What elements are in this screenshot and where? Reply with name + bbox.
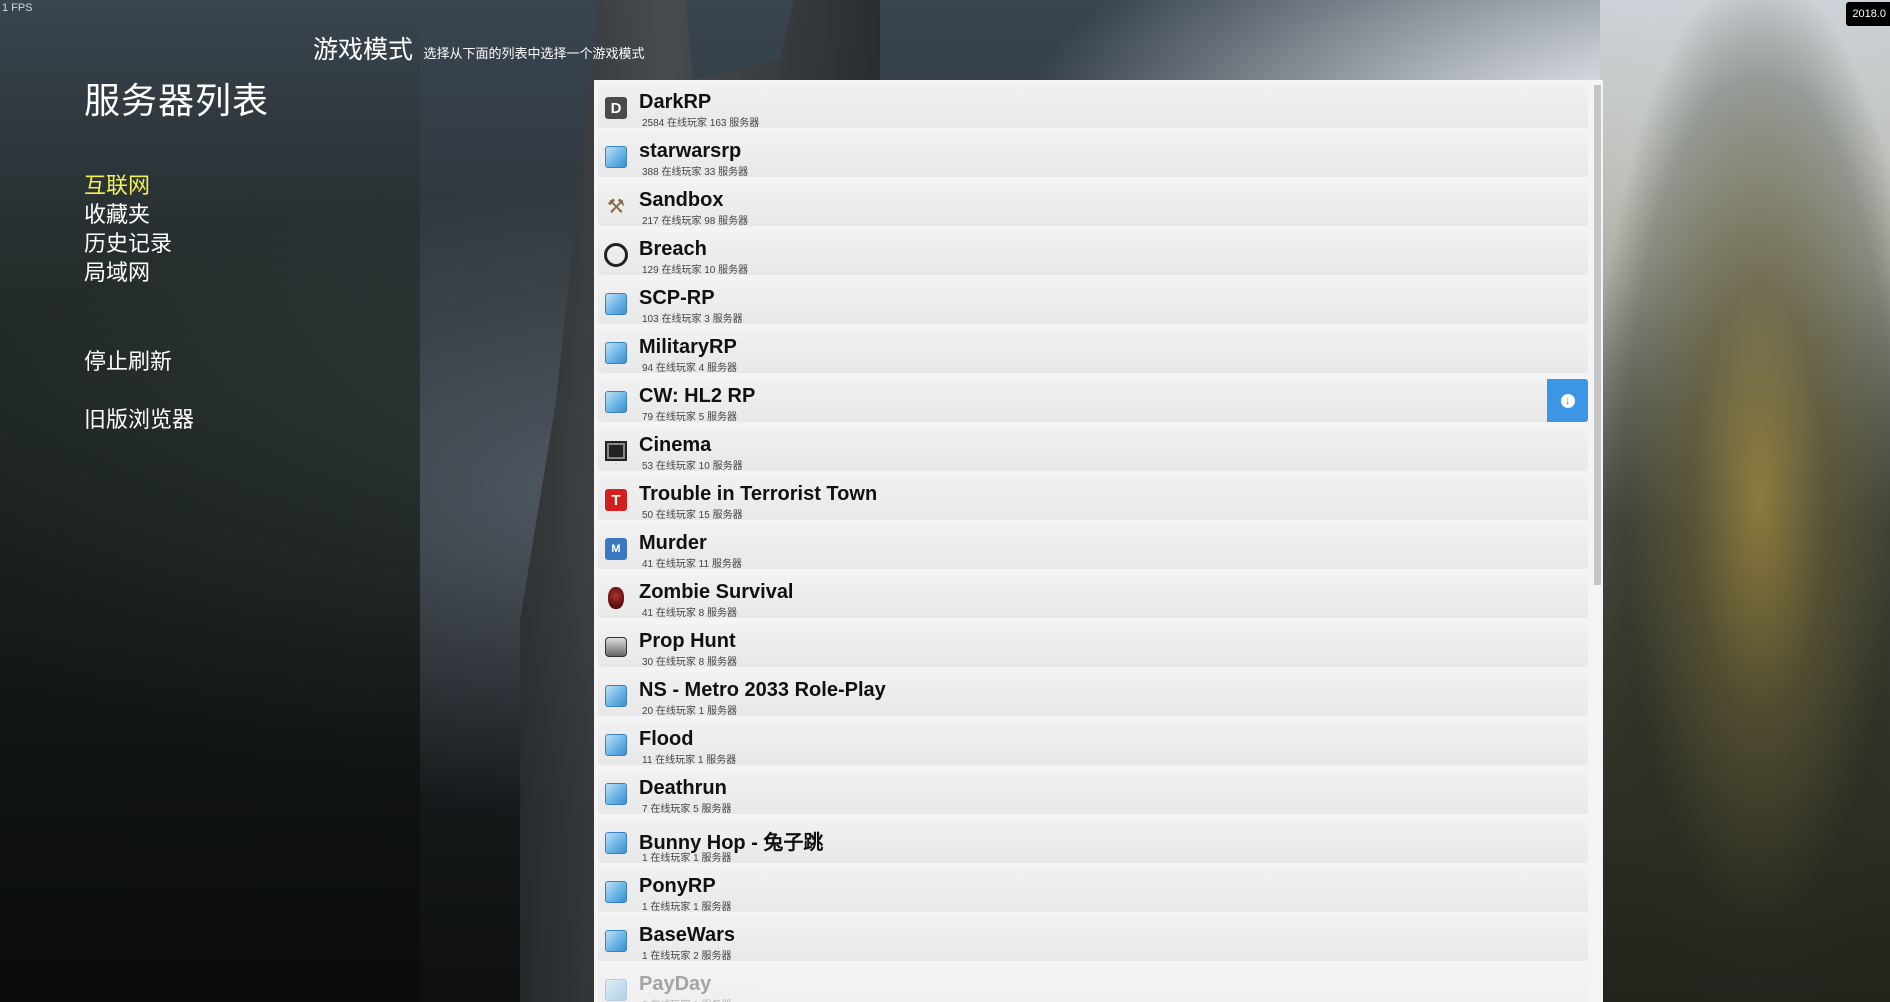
- gamemode-stats: 20 在线玩家 1 服务器: [642, 706, 738, 717]
- gamemode-row[interactable]: MilitaryRP 94 在线玩家 4 服务器: [598, 330, 1588, 374]
- film-icon: [604, 439, 628, 463]
- murder-icon: M: [604, 537, 628, 561]
- gamemode-row[interactable]: PayDay0 在线玩家 1 服务器: [598, 967, 1588, 1002]
- gamemode-name: Flood: [639, 728, 694, 750]
- cube-icon: [604, 880, 628, 904]
- gamemode-stats: 53 在线玩家 10 服务器: [642, 461, 743, 472]
- scrollbar[interactable]: [1594, 85, 1601, 997]
- cube-icon: [604, 341, 628, 365]
- cube-icon: [604, 733, 628, 757]
- gamemode-name: PonyRP: [639, 875, 716, 897]
- gamemode-header: 游戏模式 选择从下面的列表中选择一个游戏模式: [313, 30, 644, 66]
- gamemode-name: NS - Metro 2033 Role-Play: [639, 679, 886, 701]
- page-title: 服务器列表: [84, 81, 270, 122]
- gamemode-row[interactable]: Flood 11 在线玩家 1 服务器: [598, 722, 1588, 766]
- nav-history[interactable]: 历史记录: [84, 230, 172, 259]
- zombie-icon: [604, 586, 628, 610]
- gamemode-row[interactable]: Prop Hunt 30 在线玩家 8 服务器: [598, 624, 1588, 668]
- gamemode-name: Murder: [639, 532, 707, 554]
- gamemode-name: SCP-RP: [639, 287, 715, 309]
- gamemode-row[interactable]: starwarsrp 388 在线玩家 33 服务器: [598, 134, 1588, 178]
- nav-favorites[interactable]: 收藏夹: [84, 201, 172, 230]
- gamemode-list: D DarkRP 2584 在线玩家 163 服务器 starwarsrp 388 在线…: [598, 85, 1588, 1002]
- prop-icon: [604, 635, 628, 659]
- gamemode-stats: 79 在线玩家 5 服务器: [642, 412, 738, 423]
- gamemode-row[interactable]: Zombie Survival 41 在线玩家 8 服务器: [598, 575, 1588, 619]
- date-badge: 2018.0: [1846, 2, 1890, 26]
- scp-icon: [604, 243, 628, 267]
- legacy-browser-button[interactable]: 旧版浏览器: [84, 402, 194, 434]
- darkrp-icon: D: [604, 96, 628, 120]
- gamemode-row[interactable]: CW: HL2 RP 79 在线玩家 5 服务器 ↓: [598, 379, 1588, 423]
- gamemode-stats: 103 在线玩家 3 服务器: [642, 314, 743, 325]
- gamemode-row[interactable]: Cinema 53 在线玩家 10 服务器: [598, 428, 1588, 472]
- gamemode-stats: 2584 在线玩家 163 服务器: [642, 118, 760, 129]
- cube-icon: [604, 782, 628, 806]
- server-nav: 互联网 收藏夹 历史记录 局域网: [84, 172, 172, 288]
- gamemode-stats: 11 在线玩家 1 服务器: [642, 755, 737, 766]
- gamemode-name: Zombie Survival: [639, 581, 794, 603]
- download-icon: ↓: [1560, 393, 1575, 408]
- gamemode-row[interactable]: Breach 129 在线玩家 10 服务器: [598, 232, 1588, 276]
- gamemode-stats: 0 在线玩家 1 服务器: [642, 996, 731, 1002]
- gamemode-row[interactable]: BaseWars 1 在线玩家 2 服务器: [598, 918, 1588, 962]
- gamemode-name: MilitaryRP: [639, 336, 737, 358]
- gamemode-name: starwarsrp: [639, 140, 742, 162]
- gamemode-title: 游戏模式: [313, 35, 414, 64]
- cube-icon: [604, 831, 628, 855]
- gamemode-stats: 1 在线玩家 2 服务器: [642, 951, 732, 962]
- background-trees-right: [1600, 0, 1890, 1002]
- gamemode-stats: 41 在线玩家 8 服务器: [642, 608, 738, 619]
- gamemode-name: Deathrun: [639, 777, 727, 799]
- gamemode-name: CW: HL2 RP: [639, 385, 756, 407]
- gamemode-list-panel: D DarkRP 2584 在线玩家 163 服务器 starwarsrp 388 在线…: [594, 80, 1603, 1002]
- gamemode-stats: 1 在线玩家 1 服务器: [642, 902, 732, 913]
- gamemode-row[interactable]: T Trouble in Terrorist Town 50 在线玩家 15 服务器: [598, 477, 1588, 521]
- gamemode-name: Cinema: [639, 434, 712, 456]
- gamemode-name: Breach: [639, 238, 707, 260]
- ttt-icon: T: [604, 488, 628, 512]
- background-trees-left: [0, 0, 420, 1002]
- cube-icon: [604, 929, 628, 953]
- stop-refresh-button[interactable]: 停止刷新: [84, 344, 172, 376]
- nav-internet[interactable]: 互联网: [84, 172, 172, 201]
- gamemode-name: Sandbox: [639, 189, 724, 211]
- cube-icon: [604, 684, 628, 708]
- gamemode-row[interactable]: D DarkRP 2584 在线玩家 163 服务器: [598, 85, 1588, 129]
- gamemode-row[interactable]: ⚒ Sandbox 217 在线玩家 98 服务器: [598, 183, 1588, 227]
- gamemode-name: PayDay: [639, 973, 712, 995]
- gamemode-stats: 94 在线玩家 4 服务器: [642, 363, 738, 374]
- fps-counter: 1 FPS: [2, 2, 33, 14]
- hammer-icon: ⚒: [607, 195, 625, 218]
- gamemode-stats: 30 在线玩家 8 服务器: [642, 657, 738, 668]
- gamemode-name: Prop Hunt: [639, 630, 736, 652]
- gamemode-stats: 7 在线玩家 5 服务器: [642, 804, 732, 815]
- gamemode-name: Trouble in Terrorist Town: [639, 483, 878, 505]
- gamemode-row[interactable]: Bunny Hop - 兔子跳 1 在线玩家 1 服务器: [598, 820, 1588, 864]
- gamemode-stats: 41 在线玩家 11 服务器: [642, 559, 742, 570]
- cube-icon: [604, 390, 628, 414]
- gamemode-stats: 50 在线玩家 15 服务器: [642, 510, 743, 521]
- cube-icon: [604, 978, 628, 1002]
- cube-icon: [604, 145, 628, 169]
- gamemode-name: DarkRP: [639, 91, 712, 113]
- gamemode-name: BaseWars: [639, 924, 735, 946]
- gamemode-stats: 1 在线玩家 1 服务器: [642, 853, 732, 864]
- download-button[interactable]: ↓: [1547, 379, 1588, 422]
- cube-icon: [604, 292, 628, 316]
- nav-lan[interactable]: 局域网: [84, 259, 172, 288]
- scrollbar-thumb[interactable]: [1594, 85, 1601, 585]
- gamemode-row[interactable]: Deathrun 7 在线玩家 5 服务器: [598, 771, 1588, 815]
- gamemode-row[interactable]: PonyRP 1 在线玩家 1 服务器: [598, 869, 1588, 913]
- gamemode-row[interactable]: M Murder 41 在线玩家 11 服务器: [598, 526, 1588, 570]
- gamemode-stats: 217 在线玩家 98 服务器: [642, 216, 749, 227]
- gamemode-stats: 388 在线玩家 33 服务器: [642, 167, 749, 178]
- gamemode-subtitle: 选择从下面的列表中选择一个游戏模式: [423, 47, 645, 62]
- gamemode-row[interactable]: SCP-RP 103 在线玩家 3 服务器: [598, 281, 1588, 325]
- gamemode-stats: 129 在线玩家 10 服务器: [642, 265, 749, 276]
- gamemode-row[interactable]: NS - Metro 2033 Role-Play 20 在线玩家 1 服务器: [598, 673, 1588, 717]
